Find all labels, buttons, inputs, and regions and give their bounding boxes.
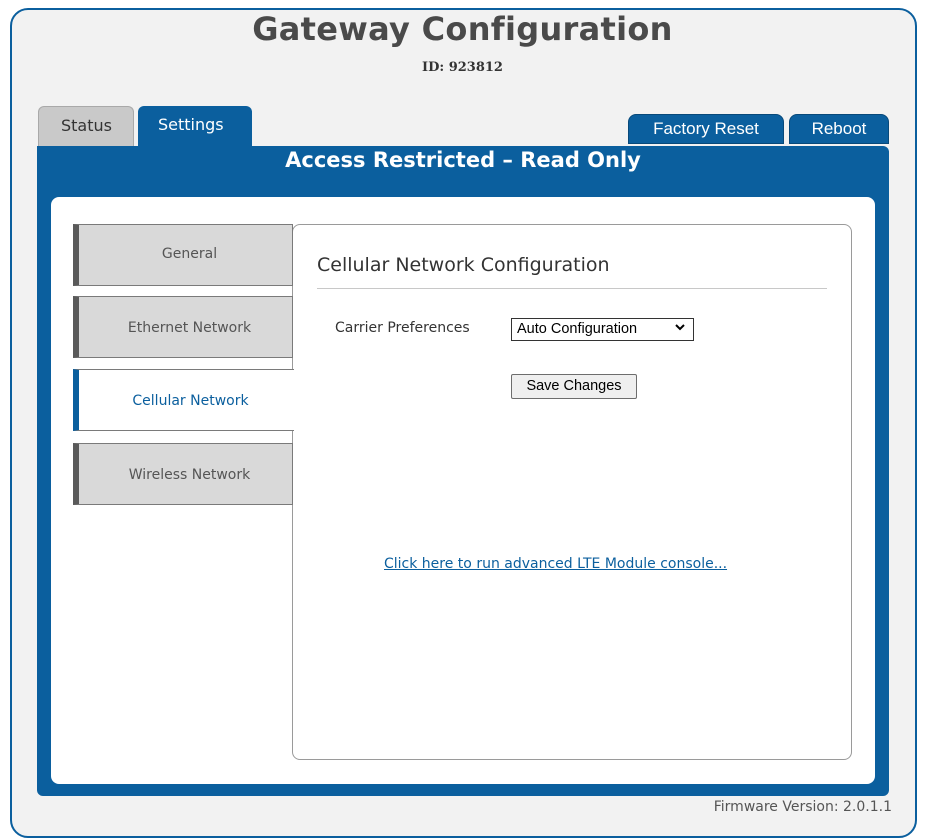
sidebar-item-wireless-network[interactable]: Wireless Network (73, 443, 293, 505)
reboot-button[interactable]: Reboot (789, 114, 889, 144)
tab-settings[interactable]: Settings (138, 106, 252, 148)
section-title: Cellular Network Configuration (317, 254, 610, 276)
save-changes-button[interactable]: Save Changes (511, 374, 637, 399)
lte-console-link[interactable]: Click here to run advanced LTE Module co… (384, 556, 727, 572)
access-banner: Access Restricted – Read Only (285, 148, 641, 172)
carrier-preferences-select[interactable]: Auto Configuration (511, 318, 694, 341)
sidebar-item-cellular-network[interactable]: Cellular Network (73, 369, 294, 431)
config-content-box (292, 224, 852, 760)
sidebar-item-ethernet-network[interactable]: Ethernet Network (73, 296, 293, 358)
chevron-down-icon (675, 324, 685, 331)
firmware-version: Firmware Version: 2.0.1.1 (713, 799, 892, 815)
carrier-preferences-value: Auto Configuration (517, 321, 638, 337)
device-id: ID: 923812 (422, 60, 503, 75)
section-divider (317, 288, 827, 289)
carrier-preferences-label: Carrier Preferences (335, 320, 470, 336)
factory-reset-button[interactable]: Factory Reset (628, 114, 784, 144)
tab-status[interactable]: Status (38, 106, 134, 148)
sidebar-item-general[interactable]: General (73, 224, 293, 286)
page-title: Gateway Configuration (252, 10, 673, 48)
